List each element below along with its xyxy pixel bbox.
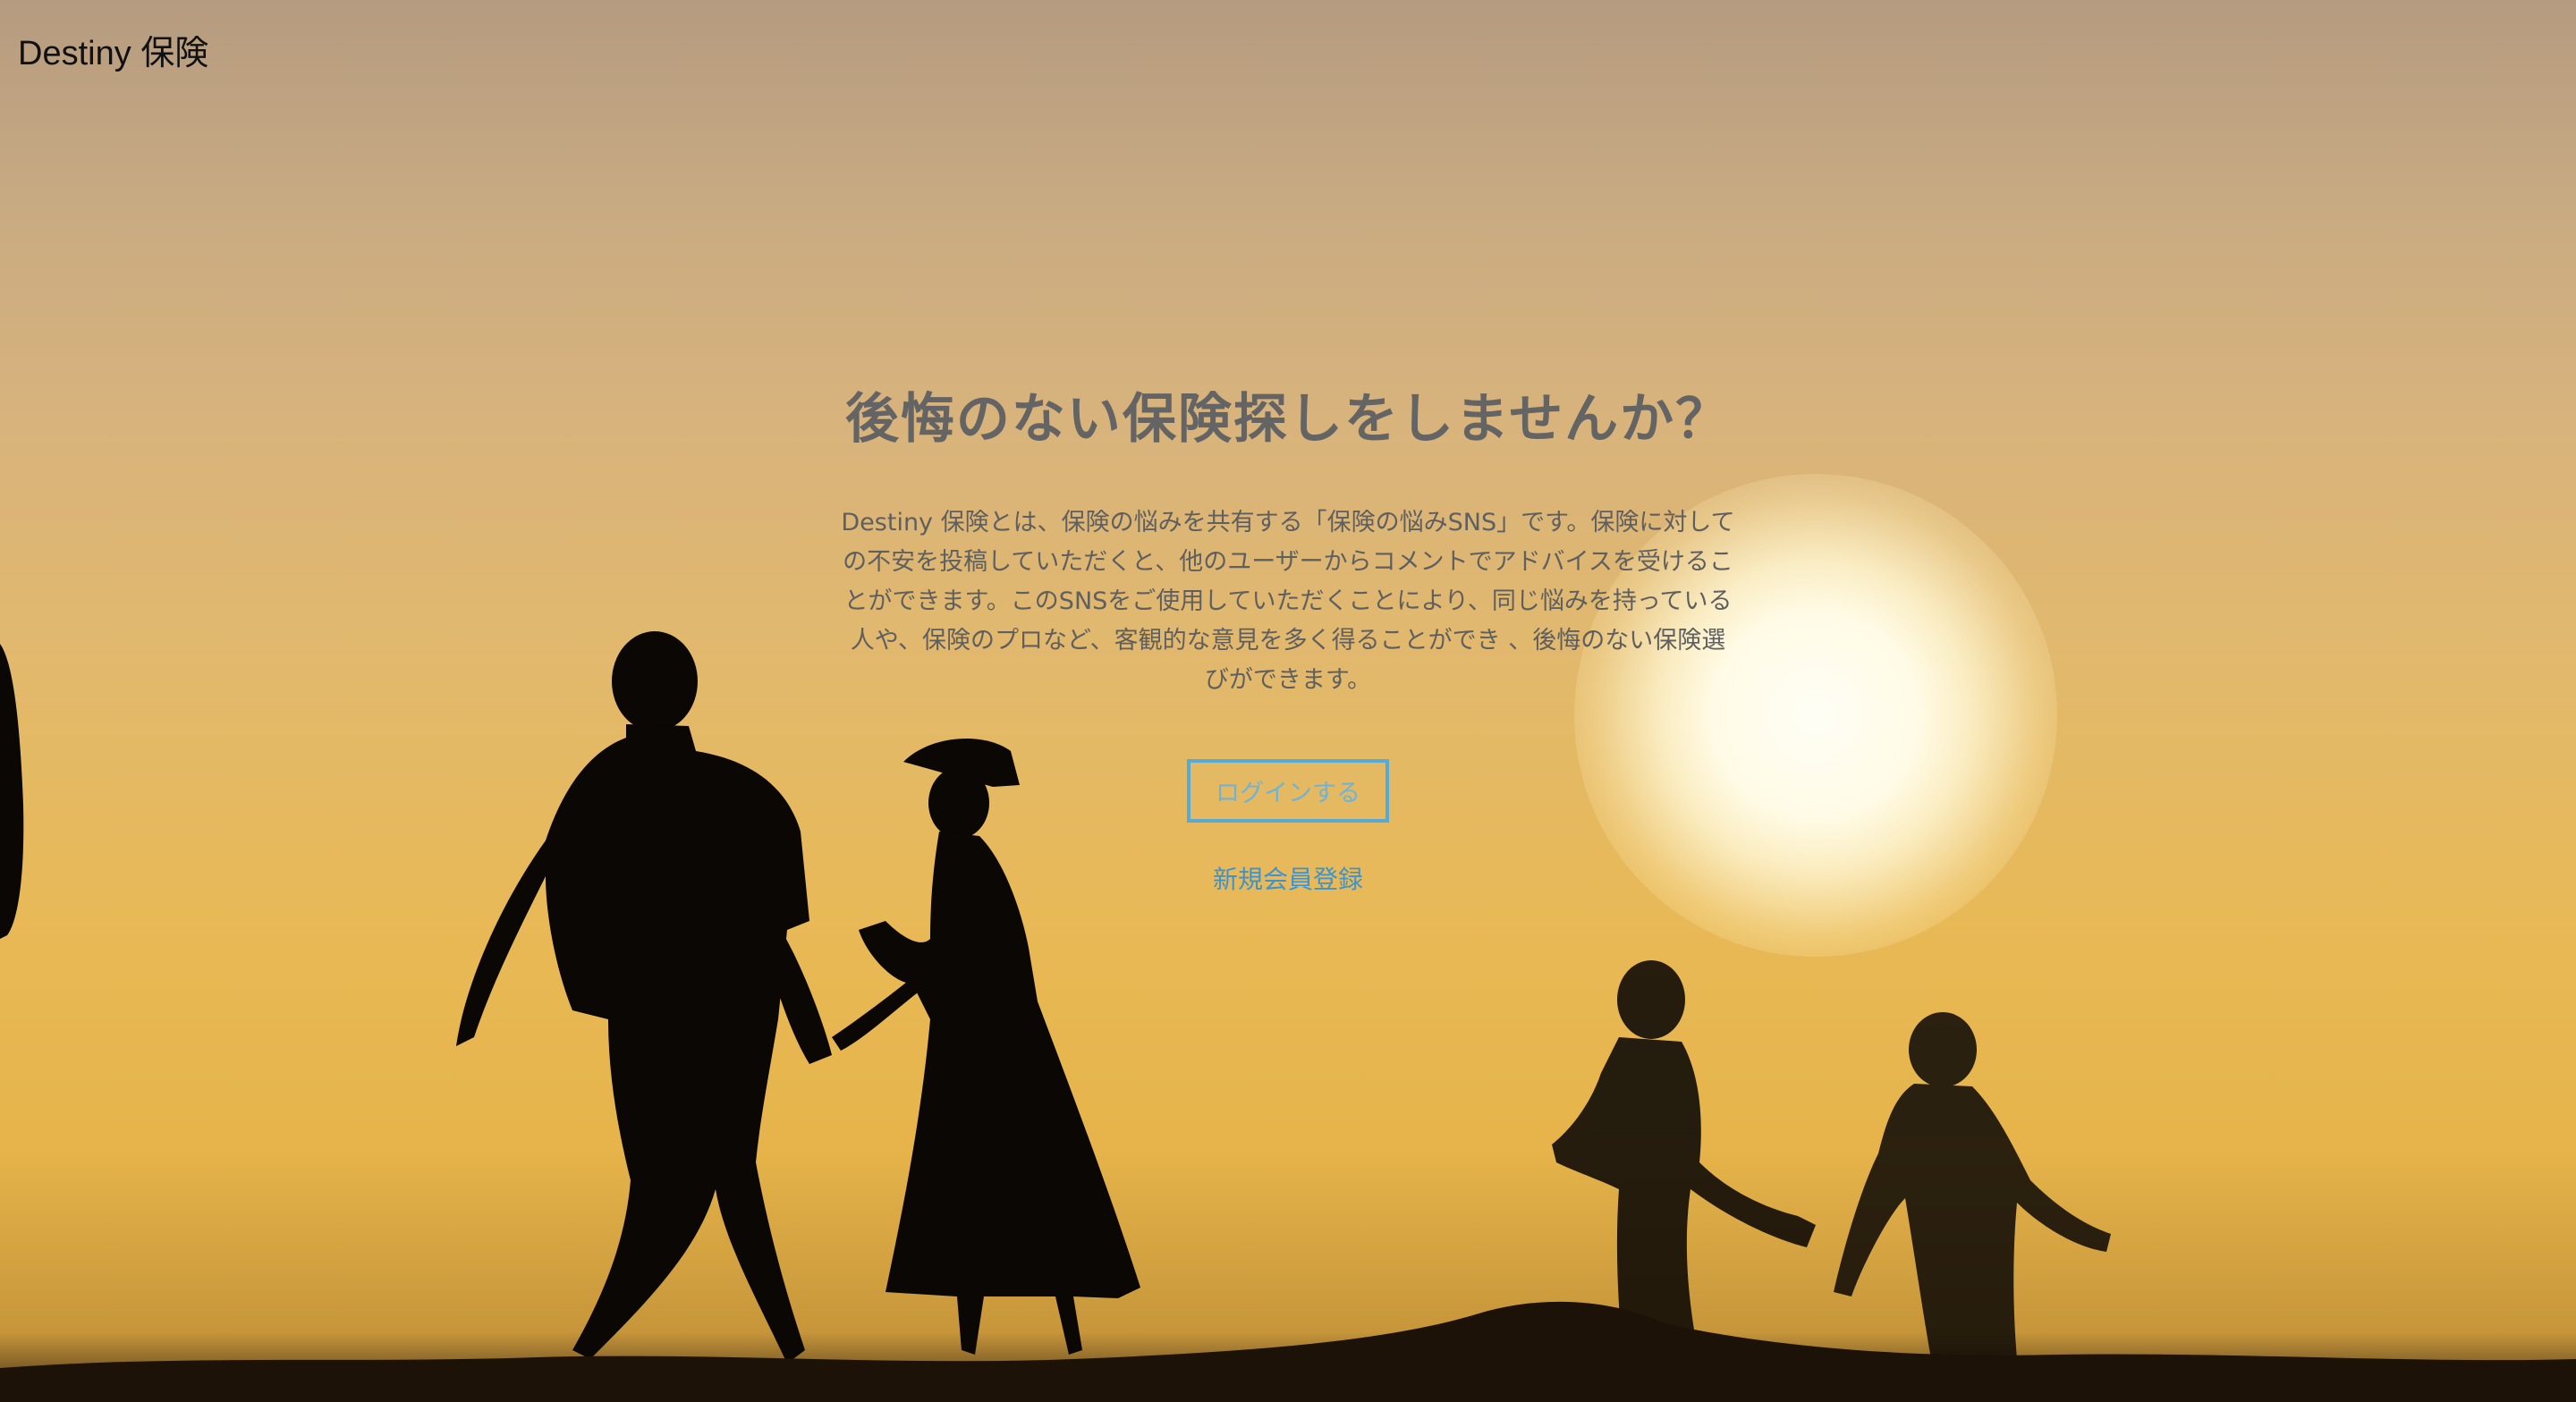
hero-section: 後悔のない保険探しをしませんか？ Destiny 保険とは、保険の悩みを共有する… (0, 376, 2576, 896)
hero-headline: 後悔のない保険探しをしませんか？ (844, 388, 1732, 451)
sand-ground (0, 1301, 2576, 1402)
brand-logo[interactable]: Destiny 保険 (18, 25, 208, 74)
hero-description: Destiny 保険とは、保険の悩みを共有する「保険の悩みSNS」です。保険に対… (841, 509, 1735, 694)
login-button[interactable]: ログインする (1187, 759, 1389, 823)
signup-link[interactable]: 新規会員登録 (0, 860, 2576, 896)
boy-silhouette-right (1834, 1012, 2111, 1364)
boy-silhouette-left (1552, 960, 1816, 1364)
